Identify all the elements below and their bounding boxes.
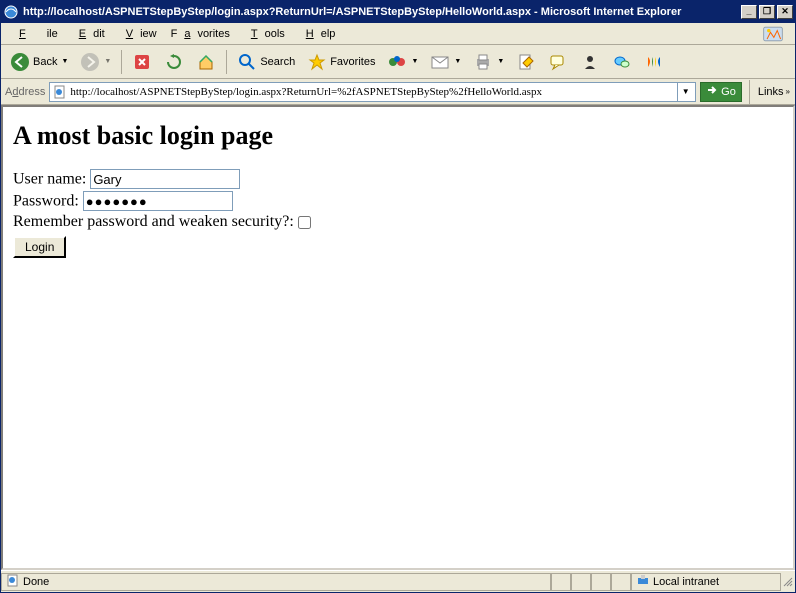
username-row: User name: <box>13 169 783 189</box>
menu-tools[interactable]: Tools <box>237 25 292 43</box>
go-label: Go <box>721 86 736 98</box>
search-label: Search <box>260 56 295 68</box>
print-button[interactable]: ▼ <box>468 48 509 76</box>
chevron-right-icon: » <box>786 87 790 96</box>
page-icon <box>52 84 68 100</box>
go-arrow-icon <box>706 84 718 99</box>
password-label: Password: <box>13 193 79 210</box>
security-zone-pane: Local intranet <box>631 573 781 591</box>
remember-label: Remember password and weaken security?: <box>13 213 294 230</box>
discuss-icon <box>548 52 568 72</box>
chevron-down-icon: ▼ <box>61 58 68 65</box>
research-button[interactable] <box>607 48 637 76</box>
print-icon <box>473 52 493 72</box>
password-input[interactable] <box>83 191 233 211</box>
close-button[interactable]: ✕ <box>777 5 793 19</box>
mail-icon <box>430 52 450 72</box>
back-label: Back <box>33 56 57 68</box>
discuss-button[interactable] <box>543 48 573 76</box>
login-button[interactable]: Login <box>13 236 66 258</box>
window-titlebar: http://localhost/ASPNETStepByStep/login.… <box>1 1 795 23</box>
refresh-button[interactable] <box>159 48 189 76</box>
media-icon <box>387 52 407 72</box>
links-label: Links <box>758 86 784 98</box>
remember-checkbox[interactable] <box>298 216 311 229</box>
remember-row: Remember password and weaken security?: <box>13 213 783 231</box>
menu-edit[interactable]: Edit <box>65 25 112 43</box>
address-input-container[interactable]: ▼ <box>49 82 696 102</box>
status-pane-3 <box>591 573 611 591</box>
edit-button[interactable] <box>511 48 541 76</box>
address-bar: Address ▼ Go Links » <box>1 79 795 105</box>
go-button[interactable]: Go <box>700 82 742 102</box>
maximize-button[interactable]: ❐ <box>759 5 775 19</box>
url-input[interactable] <box>68 86 677 98</box>
intranet-icon <box>636 573 650 590</box>
ie-page-icon <box>3 4 19 20</box>
content-viewport: A most basic login page User name: Passw… <box>1 105 795 570</box>
stop-button[interactable] <box>127 48 157 76</box>
zone-text: Local intranet <box>653 576 719 588</box>
forward-button[interactable]: ▼ <box>75 48 116 76</box>
address-dropdown[interactable]: ▼ <box>677 83 693 101</box>
edit-page-icon <box>516 52 536 72</box>
toolbar-separator <box>121 50 122 74</box>
status-text: Done <box>23 576 49 588</box>
chevron-down-icon: ▼ <box>104 58 111 65</box>
links-toolbar[interactable]: Links » <box>757 86 791 98</box>
toolbar-separator <box>226 50 227 74</box>
chevron-down-icon: ▼ <box>497 58 504 65</box>
minimize-button[interactable]: _ <box>741 5 757 19</box>
butterfly-icon <box>644 52 664 72</box>
person-icon <box>580 52 600 72</box>
chevron-down-icon: ▼ <box>411 58 418 65</box>
resize-grip[interactable] <box>781 573 795 591</box>
mail-button[interactable]: ▼ <box>425 48 466 76</box>
status-bar: Done Local intranet <box>1 570 795 592</box>
forward-arrow-icon <box>80 52 100 72</box>
menu-favorites[interactable]: Favorites <box>164 25 237 43</box>
back-button[interactable]: Back ▼ <box>5 48 73 76</box>
stop-icon <box>132 52 152 72</box>
messenger-button[interactable] <box>575 48 605 76</box>
done-icon <box>6 573 20 590</box>
home-button[interactable] <box>191 48 221 76</box>
menu-view[interactable]: View <box>112 25 164 43</box>
menu-file[interactable]: File <box>5 25 65 43</box>
ie-logo-icon <box>755 24 791 44</box>
chevron-down-icon: ▼ <box>454 58 461 65</box>
username-label: User name: <box>13 171 86 188</box>
window-title: http://localhost/ASPNETStepByStep/login.… <box>23 6 741 18</box>
favorites-label: Favorites <box>330 56 375 68</box>
page-body: A most basic login page User name: Passw… <box>3 107 793 272</box>
favorites-button[interactable]: Favorites <box>302 48 380 76</box>
status-text-pane: Done <box>1 573 551 591</box>
toolbar-separator <box>749 80 750 104</box>
page-heading: A most basic login page <box>13 121 783 151</box>
menu-bar: File Edit View Favorites Tools Help <box>1 23 795 45</box>
window-controls: _ ❐ ✕ <box>741 5 793 19</box>
nav-toolbar: Back ▼ ▼ Search Favorites ▼ ▼ ▼ <box>1 45 795 79</box>
password-row: Password: <box>13 191 783 211</box>
search-button[interactable]: Search <box>232 48 300 76</box>
back-arrow-icon <box>10 52 30 72</box>
status-pane-1 <box>551 573 571 591</box>
address-label: Address <box>5 86 45 98</box>
status-pane-4 <box>611 573 631 591</box>
username-input[interactable] <box>90 169 240 189</box>
menu-help[interactable]: Help <box>292 25 343 43</box>
status-pane-2 <box>571 573 591 591</box>
msn-button[interactable] <box>639 48 669 76</box>
search-icon <box>237 52 257 72</box>
refresh-icon <box>164 52 184 72</box>
home-icon <box>196 52 216 72</box>
media-button[interactable]: ▼ <box>382 48 423 76</box>
star-icon <box>307 52 327 72</box>
chat-icon <box>612 52 632 72</box>
